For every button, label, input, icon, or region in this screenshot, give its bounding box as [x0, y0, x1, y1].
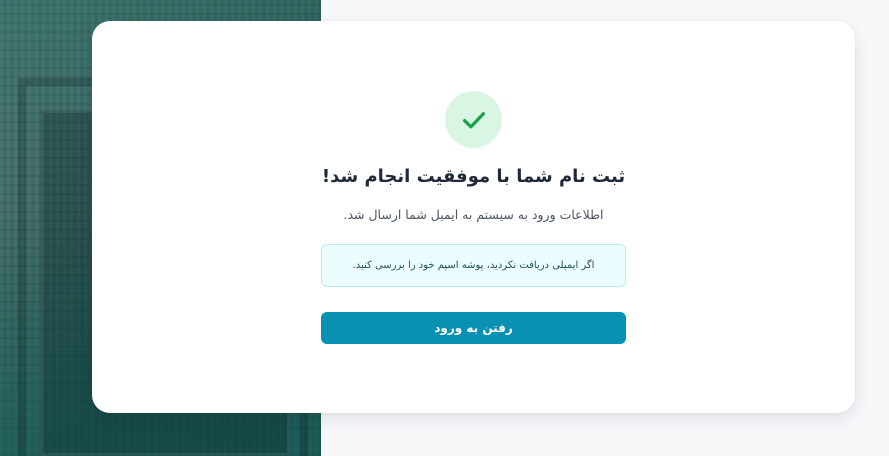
go-to-login-button[interactable]: رفتن به ورود — [321, 312, 626, 344]
page-title: ثبت نام شما با موفقیت انجام شد! — [321, 166, 626, 187]
registration-success-card: ثبت نام شما با موفقیت انجام شد! اطلاعات … — [92, 21, 855, 413]
spam-notice: اگر ایمیلی دریافت نکردید، پوشه اسپم خود … — [321, 244, 626, 287]
success-message: اطلاعات ورود به سیستم به ایمیل شما ارسال… — [343, 207, 604, 222]
spam-notice-text: اگر ایمیلی دریافت نکردید، پوشه اسپم خود … — [352, 260, 595, 271]
check-icon — [462, 111, 485, 128]
go-to-login-label: رفتن به ورود — [434, 321, 513, 335]
success-badge — [445, 91, 502, 148]
